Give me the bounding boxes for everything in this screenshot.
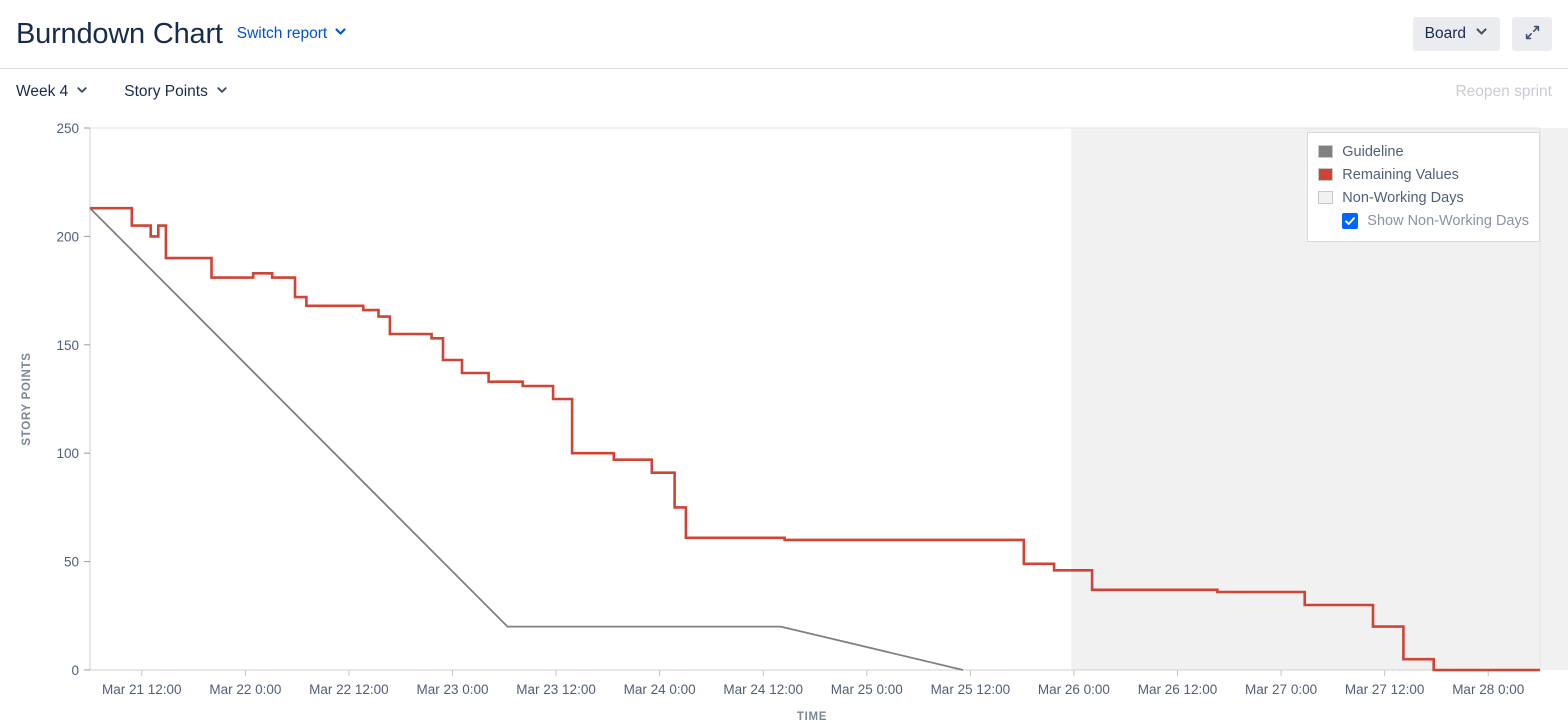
- x-axis-tick-label: Mar 27 12:00: [1345, 682, 1425, 697]
- y-axis-tick-label: 100: [56, 446, 79, 461]
- x-axis-tick-label: Mar 22 0:00: [209, 682, 281, 697]
- y-axis-title: STORY POINTS: [21, 352, 33, 445]
- y-axis-tick-label: 200: [56, 229, 79, 244]
- switch-report-link[interactable]: Switch report: [237, 25, 347, 43]
- y-axis-tick-label: 50: [64, 555, 79, 570]
- burndown-chart: 0 50 100 150 200 250 Mar 21 12:00 Mar 22 0:00 Ma…: [0, 114, 1568, 723]
- legend-label-remaining-values: Remaining Values: [1342, 166, 1459, 183]
- x-axis-tick-label: Mar 22 12:00: [309, 682, 389, 697]
- x-axis-tick-label: Mar 24 0:00: [624, 682, 696, 697]
- chevron-down-icon: [1475, 25, 1488, 43]
- show-non-working-days-row[interactable]: Show Non-Working Days: [1318, 209, 1529, 233]
- remaining-values-color-swatch: [1318, 168, 1334, 181]
- legend-label-non-working-days: Non-Working Days: [1342, 189, 1464, 206]
- page-header: Burndown Chart Switch report Board: [0, 0, 1568, 68]
- guideline-color-swatch: [1318, 145, 1334, 158]
- unit-selector[interactable]: Story Points: [124, 83, 228, 101]
- x-axis-tick-label: Mar 24 12:00: [723, 682, 803, 697]
- expand-button[interactable]: [1512, 17, 1552, 51]
- legend-item-guideline[interactable]: Guideline: [1318, 140, 1529, 163]
- check-icon: [1345, 217, 1356, 225]
- y-axis-tick-label: 250: [56, 121, 79, 136]
- legend-item-non-working-days[interactable]: Non-Working Days: [1318, 186, 1529, 209]
- legend-item-remaining-values[interactable]: Remaining Values: [1318, 163, 1529, 186]
- board-button-label: Board: [1424, 25, 1466, 42]
- chevron-down-icon: [216, 83, 228, 101]
- chart-toolbar: Week 4 Story Points Reopen sprint: [0, 68, 1568, 114]
- chart-legend: Guideline Remaining Values Non-Working D…: [1307, 132, 1540, 242]
- non-working-days-color-swatch: [1318, 191, 1334, 204]
- reopen-sprint-button: Reopen sprint: [1455, 82, 1552, 100]
- x-axis-tick-label: Mar 26 0:00: [1038, 682, 1110, 697]
- y-axis-tick-label: 150: [56, 338, 79, 353]
- x-axis-tick-label: Mar 26 12:00: [1138, 682, 1218, 697]
- x-axis-tick-label: Mar 27 0:00: [1245, 682, 1317, 697]
- x-axis-tick-label: Mar 25 12:00: [931, 682, 1011, 697]
- x-axis-tick-label: Mar 21 12:00: [102, 682, 182, 697]
- show-non-working-days-checkbox[interactable]: [1342, 213, 1359, 229]
- x-axis-tick-label: Mar 28 0:00: [1452, 682, 1524, 697]
- x-axis-title: TIME: [797, 711, 827, 723]
- switch-report-label: Switch report: [236, 25, 328, 42]
- board-button[interactable]: Board: [1412, 17, 1500, 51]
- x-axis-tick-label: Mar 25 0:00: [831, 682, 903, 697]
- x-axis-tick-label: Mar 23 0:00: [416, 682, 488, 697]
- page-title: Burndown Chart: [16, 17, 223, 50]
- sprint-selector[interactable]: Week 4: [16, 83, 88, 101]
- expand-diagonal-icon: [1524, 24, 1541, 44]
- show-non-working-days-label: Show Non-Working Days: [1367, 213, 1529, 229]
- x-axis-tick-label: Mar 23 12:00: [516, 682, 596, 697]
- y-axis-tick-label: 0: [71, 663, 79, 678]
- unit-selector-label: Story Points: [124, 82, 208, 100]
- legend-label-guideline: Guideline: [1342, 143, 1404, 160]
- sprint-selector-label: Week 4: [16, 82, 69, 100]
- chevron-down-icon: [334, 25, 347, 43]
- chevron-down-icon: [76, 83, 88, 101]
